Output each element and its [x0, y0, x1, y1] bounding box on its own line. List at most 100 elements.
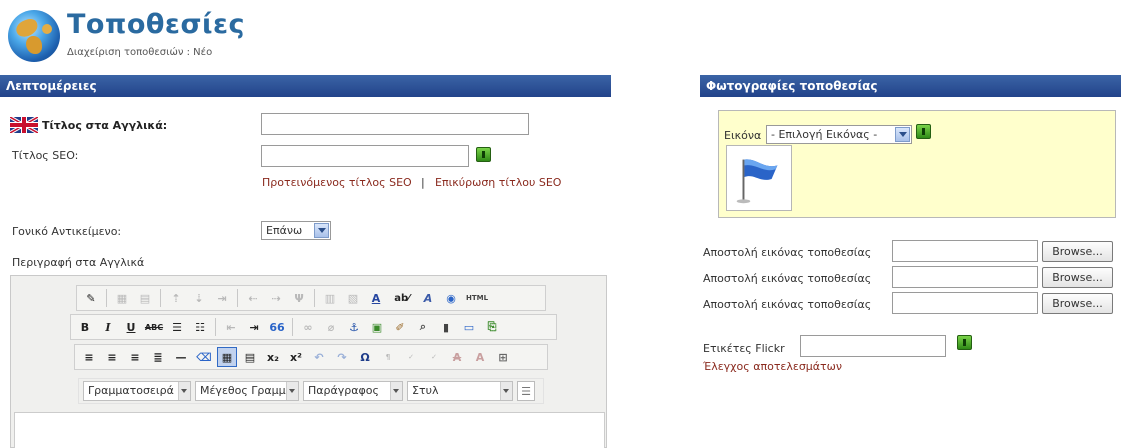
- media-icon[interactable]: ▮: [436, 317, 456, 337]
- superscript-button[interactable]: x²: [286, 347, 306, 367]
- indent-icon[interactable]: ⇥: [244, 317, 264, 337]
- editor-content-area[interactable]: [14, 412, 605, 448]
- preview-icon[interactable]: ⌕: [413, 317, 433, 337]
- photos-section-bar: Φωτογραφίες τοποθεσίας: [700, 75, 1121, 97]
- special-char-button[interactable]: Ω: [355, 347, 375, 367]
- upload-input-1[interactable]: [892, 240, 1038, 262]
- insert-col-after-icon[interactable]: ⇢: [266, 288, 286, 308]
- description-en-label: Περιγραφή στα Αγγλικά: [12, 256, 145, 269]
- insert-row-after-icon[interactable]: ⇣: [189, 288, 209, 308]
- photos-heading: Φωτογραφίες τοποθεσίας: [706, 79, 878, 93]
- underline-button[interactable]: U: [121, 317, 141, 337]
- editor-toolbar-row-1: ✎ ▦ ▤ ⇡ ⇣ ⇥ ⇠ ⇢ Ψ ▥ ▧ A ab⁄ A ◉ HTML: [76, 285, 546, 311]
- image-icon[interactable]: ▣: [367, 317, 387, 337]
- editor-toolbar-row-2: B I U ABC ☰ ☷ ⇤ ⇥ 66 ∞ ⌀ ⚓ ▣ ✐ ⌕ ▮ ▭ ⎘: [70, 314, 557, 340]
- delete-text-icon[interactable]: A: [447, 347, 467, 367]
- seo-title-label: Τίτλος SEO:: [12, 149, 79, 162]
- align-left-icon[interactable]: ≡: [79, 347, 99, 367]
- check-results-link[interactable]: Έλεγχος αποτελεσμάτων: [703, 360, 842, 373]
- split-cells-icon[interactable]: ▧: [343, 288, 363, 308]
- subscript-button[interactable]: x₂: [263, 347, 283, 367]
- insert-col-before-icon[interactable]: ⇠: [243, 288, 263, 308]
- validate-seo-title-link[interactable]: Επικύρωση τίτλου SEO: [435, 176, 561, 189]
- upload-label-3: Αποστολή εικόνας τοποθεσίας: [703, 298, 872, 311]
- align-right-icon[interactable]: ≡: [125, 347, 145, 367]
- insert-row-before-icon[interactable]: ⇡: [166, 288, 186, 308]
- html-source-icon[interactable]: HTML: [464, 288, 490, 308]
- image-go-button[interactable]: [916, 124, 931, 139]
- font-size-icon[interactable]: A: [418, 288, 438, 308]
- title-en-label: Τίτλος στα Αγγλικά:: [42, 119, 168, 132]
- font-color-icon[interactable]: A: [366, 288, 386, 308]
- parent-object-select[interactable]: Επάνω: [261, 221, 331, 240]
- align-justify-icon[interactable]: ≣: [148, 347, 168, 367]
- cite-icon[interactable]: ¶: [378, 347, 398, 367]
- image-select[interactable]: - Επιλογή Εικόνας -: [766, 125, 912, 144]
- italic-button[interactable]: I: [98, 317, 118, 337]
- help-icon[interactable]: ◉: [441, 288, 461, 308]
- seo-go-button[interactable]: [476, 147, 491, 162]
- unlink-icon[interactable]: ⌀: [321, 317, 341, 337]
- hr-line-icon[interactable]: ☰: [517, 381, 535, 401]
- delete-col-icon[interactable]: Ψ: [289, 288, 309, 308]
- upload-label-2: Αποστολή εικόνας τοποθεσίας: [703, 272, 872, 285]
- merge-cells-icon[interactable]: ▥: [320, 288, 340, 308]
- outdent-icon[interactable]: ⇤: [221, 317, 241, 337]
- fullscreen-icon[interactable]: ▭: [459, 317, 479, 337]
- seo-title-input[interactable]: [261, 145, 469, 167]
- align-center-icon[interactable]: ≡: [102, 347, 122, 367]
- style-select[interactable]: Στυλ: [407, 381, 513, 401]
- browse-button-3[interactable]: Browse...: [1042, 293, 1113, 314]
- edit-icon[interactable]: ✎: [81, 288, 101, 308]
- globe-logo-icon: [8, 10, 60, 62]
- font-family-select[interactable]: Γραμματοσειρά: [83, 381, 191, 401]
- numbered-list-icon[interactable]: ☷: [190, 317, 210, 337]
- abbr-icon[interactable]: ✓: [401, 347, 421, 367]
- highlight-color-icon[interactable]: ab⁄: [389, 288, 415, 308]
- page-subtitle: Διαχείριση τοποθεσιών : Νέο: [67, 47, 213, 58]
- remove-format-icon[interactable]: ▤: [240, 347, 260, 367]
- undo-icon[interactable]: ↶: [309, 347, 329, 367]
- horizontal-rule-icon[interactable]: —: [171, 347, 191, 367]
- acronym-icon[interactable]: ✓: [424, 347, 444, 367]
- insert-text-icon[interactable]: A: [470, 347, 490, 367]
- anchor-icon[interactable]: ⚓: [344, 317, 364, 337]
- suggested-seo-title-link[interactable]: Προτεινόμενος τίτλος SEO: [262, 176, 412, 189]
- delete-row-icon[interactable]: ⇥: [212, 288, 232, 308]
- link-icon[interactable]: ∞: [298, 317, 318, 337]
- chevron-down-icon: [286, 382, 298, 400]
- image-select-value: - Επιλογή Εικόνας -: [771, 128, 878, 141]
- bullet-list-icon[interactable]: ☰: [167, 317, 187, 337]
- format-select[interactable]: Παράγραφος: [303, 381, 403, 401]
- font-family-value: Γραμματοσειρά: [88, 384, 174, 397]
- redo-icon[interactable]: ↷: [332, 347, 352, 367]
- paste-word-icon[interactable]: ⎘: [482, 317, 502, 337]
- flickr-go-button[interactable]: [957, 335, 972, 350]
- image-thumbnail[interactable]: [726, 145, 792, 211]
- strikethrough-button[interactable]: ABC: [144, 317, 164, 337]
- font-size-select[interactable]: Μέγεθος Γραμμ: [195, 381, 299, 401]
- cleanup-icon[interactable]: ✐: [390, 317, 410, 337]
- image-label: Εικόνα: [724, 129, 762, 142]
- flickr-tags-input[interactable]: [800, 335, 946, 357]
- cell-props-icon[interactable]: ▤: [135, 288, 155, 308]
- attributes-icon[interactable]: ⊞: [493, 347, 513, 367]
- title-en-input[interactable]: [261, 113, 529, 135]
- bold-button[interactable]: B: [75, 317, 95, 337]
- browse-button-1[interactable]: Browse...: [1042, 241, 1113, 262]
- eraser-icon[interactable]: ⌫: [194, 347, 214, 367]
- upload-label-1: Αποστολή εικόνας τοποθεσίας: [703, 246, 872, 259]
- flag-pin-icon: [736, 159, 778, 204]
- flickr-tags-label: Ετικέτες Flickr: [703, 342, 785, 355]
- chevron-down-icon: [178, 382, 190, 400]
- blockquote-button[interactable]: 66: [267, 317, 287, 337]
- table-props-icon[interactable]: ▦: [112, 288, 132, 308]
- insert-table-icon[interactable]: ▦: [217, 347, 237, 367]
- browse-button-2[interactable]: Browse...: [1042, 267, 1113, 288]
- parent-object-value: Επάνω: [266, 224, 303, 237]
- editor-toolbar-row-3: ≡ ≡ ≡ ≣ — ⌫ ▦ ▤ x₂ x² ↶ ↷ Ω ¶ ✓ ✓ A A ⊞: [74, 344, 548, 370]
- upload-input-2[interactable]: [892, 266, 1038, 288]
- upload-input-3[interactable]: [892, 292, 1038, 314]
- format-value: Παράγραφος: [308, 384, 379, 397]
- editor-toolbar-row-4: Γραμματοσειρά Μέγεθος Γραμμ Παράγραφος Σ…: [78, 378, 544, 404]
